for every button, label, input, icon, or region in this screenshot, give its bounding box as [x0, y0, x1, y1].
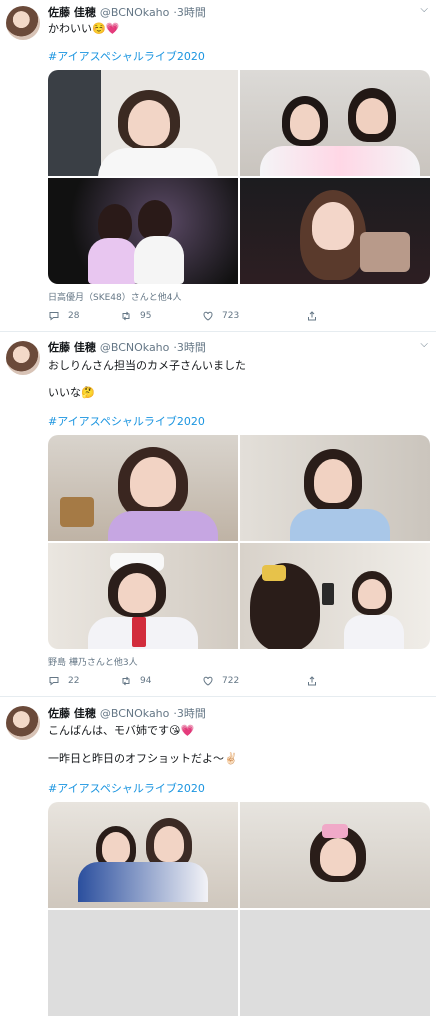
share-icon	[308, 676, 316, 686]
person-figure	[320, 838, 356, 876]
person-figure	[88, 238, 138, 284]
author-name[interactable]: 佐藤 佳穂	[48, 707, 96, 720]
photo-grid[interactable]	[48, 435, 430, 649]
person-figure	[134, 236, 184, 284]
author-handle[interactable]: @BCNOkaho	[100, 707, 170, 720]
photo[interactable]	[240, 70, 430, 176]
person-figure	[118, 573, 156, 613]
person-figure	[290, 509, 390, 541]
avatar[interactable]	[6, 6, 40, 40]
tweet[interactable]: 佐藤 佳穂 @BCNOkaho ·3時間 ⌵ おしりんさん担当のカメ子さんいました …	[0, 333, 436, 697]
like-button[interactable]: 722	[202, 675, 239, 687]
tweet-time[interactable]: 3時間	[177, 707, 206, 720]
person-figure	[262, 565, 286, 581]
retweet-count: 95	[140, 311, 152, 321]
retweet-icon	[122, 311, 130, 321]
reply-icon	[49, 677, 59, 686]
like-count: 723	[222, 311, 240, 321]
tweet-text: おしりんさん担当のカメ子さんいました	[48, 359, 246, 372]
tweet-actions: 22 94 722	[48, 675, 378, 689]
tweet-text: こんばんは、モバ姉です😘💗	[48, 724, 195, 737]
tweet-header: 佐藤 佳穂 @BCNOkaho ·3時間	[48, 707, 206, 720]
person-figure	[60, 497, 94, 527]
photo[interactable]	[240, 543, 430, 649]
tweet-time[interactable]: 3時間	[177, 6, 206, 19]
hashtag-link[interactable]: #アイアスペシャルライブ2020	[48, 413, 205, 429]
retweet-count: 94	[140, 676, 152, 686]
person-figure	[312, 202, 354, 250]
tweet[interactable]: 佐藤 佳穂 @BCNOkaho ·3時間 ⌵ かわいい☺️💗 #アイアスペシャルライ…	[0, 0, 436, 332]
photo[interactable]	[240, 802, 430, 908]
like-icon	[203, 676, 213, 686]
author-handle[interactable]: @BCNOkaho	[100, 6, 170, 19]
person-figure	[138, 200, 172, 240]
tweet-header: 佐藤 佳穂 @BCNOkaho ·3時間	[48, 6, 206, 19]
person-figure	[358, 579, 386, 609]
tweet-actions: 28 95 723	[48, 310, 378, 324]
person-figure	[102, 832, 130, 864]
tweet-header: 佐藤 佳穂 @BCNOkaho ·3時間	[48, 341, 206, 354]
photo[interactable]	[240, 178, 430, 284]
retweet-icon	[122, 676, 130, 686]
person-figure	[322, 583, 334, 605]
author-handle[interactable]: @BCNOkaho	[100, 341, 170, 354]
chevron-down-icon[interactable]: ⌵	[420, 4, 428, 15]
photo-grid[interactable]	[48, 70, 430, 284]
reply-count: 22	[68, 676, 80, 686]
retweet-button[interactable]: 95	[120, 310, 151, 322]
photo-grid[interactable]	[48, 802, 430, 1016]
avatar[interactable]	[6, 706, 40, 740]
person-figure	[78, 862, 208, 902]
person-figure	[360, 232, 410, 272]
hashtag-link[interactable]: #アイアスペシャルライブ2020	[48, 780, 205, 796]
reply-icon	[49, 312, 59, 321]
reply-button[interactable]: 28	[48, 310, 79, 322]
tagged-people[interactable]: 野島 樺乃さんと他3人	[48, 655, 138, 668]
like-icon	[203, 311, 213, 321]
photo[interactable]	[48, 435, 238, 541]
photo[interactable]	[48, 178, 238, 284]
photo[interactable]	[48, 802, 238, 908]
photo[interactable]	[240, 435, 430, 541]
reply-count: 28	[68, 311, 80, 321]
avatar[interactable]	[6, 341, 40, 375]
tweet[interactable]: 佐藤 佳穂 @BCNOkaho ·3時間 こんばんは、モバ姉です😘💗 一昨日と昨日の…	[0, 698, 436, 1016]
tweet-text: 一昨日と昨日のオフショットだよ〜✌🏻	[48, 752, 238, 765]
tweet-text: いいな🤔	[48, 386, 95, 399]
share-button[interactable]	[306, 310, 318, 322]
reply-button[interactable]: 22	[48, 675, 79, 687]
person-figure	[108, 511, 218, 541]
author-name[interactable]: 佐藤 佳穂	[48, 6, 96, 19]
person-figure	[290, 104, 320, 140]
like-button[interactable]: 723	[202, 310, 239, 322]
tweet-text: かわいい☺️💗	[48, 22, 120, 35]
author-name[interactable]: 佐藤 佳穂	[48, 341, 96, 354]
person-figure	[98, 148, 218, 176]
person-figure	[128, 100, 170, 146]
photo[interactable]	[48, 543, 238, 649]
person-figure	[314, 459, 352, 503]
hashtag-link[interactable]: #アイアスペシャルライブ2020	[48, 48, 205, 64]
person-figure	[344, 615, 404, 649]
share-button[interactable]	[306, 675, 318, 687]
retweet-button[interactable]: 94	[120, 675, 151, 687]
person-figure	[130, 457, 176, 507]
photo[interactable]	[240, 910, 430, 1016]
person-figure	[260, 146, 420, 176]
person-figure	[322, 824, 348, 838]
photo[interactable]	[48, 70, 238, 176]
photo[interactable]	[48, 910, 238, 1016]
share-icon	[308, 311, 316, 321]
chevron-down-icon[interactable]: ⌵	[420, 339, 428, 350]
person-figure	[132, 617, 146, 647]
person-figure	[356, 98, 388, 134]
person-figure	[154, 826, 184, 862]
tweet-time[interactable]: 3時間	[177, 341, 206, 354]
like-count: 722	[222, 676, 240, 686]
tagged-people[interactable]: 日高優月（SKE48）さんと他4人	[48, 290, 181, 303]
